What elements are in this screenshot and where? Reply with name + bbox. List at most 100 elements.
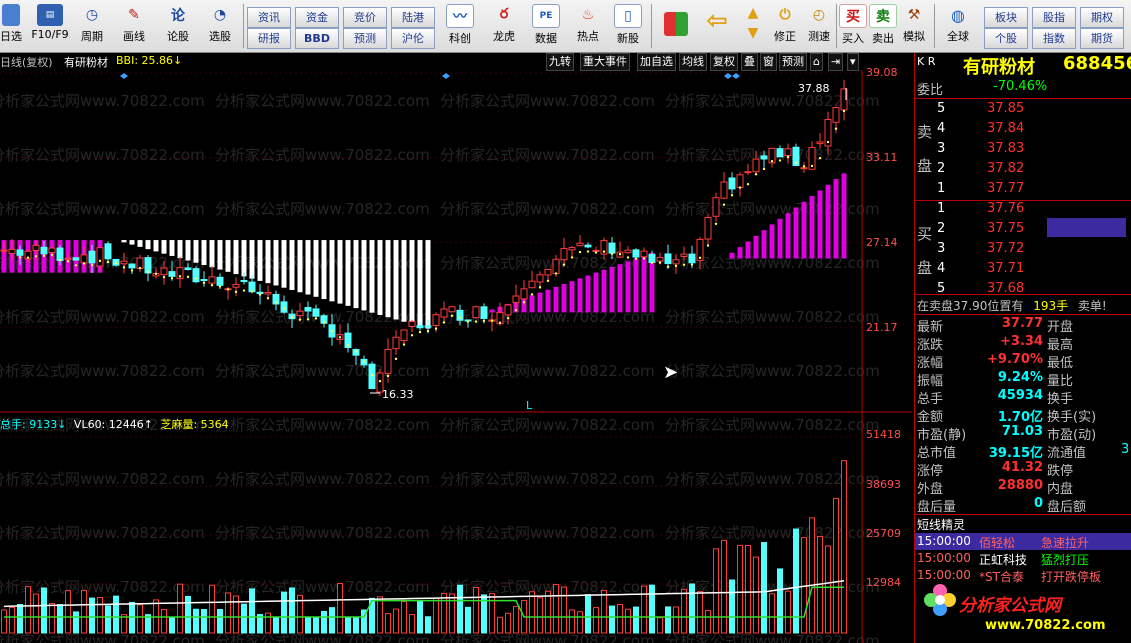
bbi-dot	[650, 261, 654, 264]
layout-button[interactable]	[656, 2, 696, 50]
ask-row[interactable]: 3 37.83	[917, 141, 1129, 159]
volume-bar	[673, 606, 679, 634]
toolbar-draw-line[interactable]: ✎ 画线	[116, 2, 152, 50]
period-label[interactable]: 日线(复权)	[0, 54, 53, 70]
tab-moving-average[interactable]: 均线	[679, 53, 707, 71]
dropdown-icon[interactable]: ▾	[847, 53, 859, 71]
volume-bar	[65, 590, 71, 634]
shanghai-london-button[interactable]: 沪伦	[391, 28, 435, 49]
tab-forecast[interactable]: 预测	[779, 53, 807, 71]
tab-adjust[interactable]: 复权	[710, 53, 738, 71]
indicator-bar	[609, 267, 615, 313]
toolbar-speed-test[interactable]: ◴ 测速	[802, 2, 836, 50]
toolbar-global[interactable]: ◍ 全球	[938, 2, 978, 50]
logo-text: 分析家公式网	[959, 596, 1061, 616]
bbi-dot	[162, 275, 166, 279]
ask-row[interactable]: 4 37.84	[917, 121, 1129, 139]
indicator-bar	[417, 240, 423, 327]
back-button[interactable]: ⇦	[700, 2, 734, 50]
bid-row[interactable]: 1 37.76	[917, 201, 1129, 219]
candle-body	[88, 250, 96, 264]
indicator-bar	[825, 184, 831, 259]
stock-index-futures-button[interactable]: 股指	[1032, 7, 1076, 28]
candle-body	[504, 304, 512, 316]
bbi-dot	[98, 259, 102, 263]
bbi-dot	[658, 261, 662, 264]
toolbar-star-market[interactable]: 〰 科创	[440, 2, 480, 50]
ask-row[interactable]: 5 37.85	[917, 101, 1129, 119]
watermark-text: 分析家公式网www.70822.com	[215, 362, 430, 380]
candle-body	[704, 216, 712, 240]
bbi-dot	[322, 321, 326, 324]
logo-flower-icon	[923, 583, 957, 617]
candle-body	[256, 291, 264, 295]
forecast-button[interactable]: 预测	[343, 28, 387, 49]
bid-row[interactable]: 4 37.71	[917, 261, 1129, 279]
ask-row[interactable]: 1 37.77	[917, 181, 1129, 199]
bbi-dot	[682, 263, 686, 266]
tab-add-watchlist[interactable]: 加自选	[637, 53, 676, 71]
sprite-row[interactable]: 15:00:00 佰轻松 急速拉升	[917, 534, 1129, 552]
toolbar-sell[interactable]: 卖 卖出	[868, 2, 898, 50]
tab-overlay[interactable]: 叠	[741, 53, 758, 71]
indicator-bar	[329, 240, 335, 302]
tab-major-events[interactable]: 重大事件	[580, 53, 630, 71]
indicator-bar	[489, 309, 495, 313]
page-up-button[interactable]: ▲ ▼	[740, 2, 766, 50]
watermark-text: 分析家公式网www.70822.com	[0, 308, 205, 326]
expand-icon[interactable]: ⇥	[828, 53, 844, 71]
bbi-dot	[762, 167, 766, 171]
toolbar-period[interactable]: ◷ 周期	[74, 2, 110, 50]
indicator-bar	[337, 240, 343, 304]
candle-body	[776, 148, 784, 158]
candle-body	[640, 250, 648, 258]
candle-body	[96, 247, 104, 267]
bbd-button[interactable]: BBD	[295, 28, 339, 49]
bbi-dot	[146, 270, 150, 274]
auction-button[interactable]: 竞价	[343, 7, 387, 28]
volume-bar	[689, 583, 695, 634]
tab-window[interactable]: 窗	[760, 53, 777, 71]
bbi-dot	[114, 261, 118, 265]
research-button[interactable]: 研报	[247, 28, 291, 49]
kline-chart[interactable]: 分析家公式网www.70822.com 分析家公式网www.70822.com 分析…	[0, 70, 912, 643]
toolbar-simulate[interactable]: ⚒ 模拟	[898, 2, 930, 50]
sector-button[interactable]: 板块	[984, 7, 1028, 28]
lock-icon[interactable]: ⌂	[810, 53, 823, 71]
toolbar-new-stocks[interactable]: ▯ 新股	[610, 2, 646, 50]
watermark-text: 分析家公式网www.70822.com	[215, 632, 430, 643]
sprite-row[interactable]: 15:00:00 正虹科技 猛烈打压	[917, 551, 1129, 569]
volume-bar	[537, 597, 543, 634]
toolbar-dragon-tiger[interactable]: ర 龙虎	[484, 2, 524, 50]
hk-connect-button[interactable]: 陆港	[391, 7, 435, 28]
toolbar-data[interactable]: PE 数据	[526, 2, 566, 50]
toolbar-discuss[interactable]: 论 论股	[160, 2, 196, 50]
futures-button[interactable]: 期货	[1080, 28, 1124, 49]
toolbar-stock-picker[interactable]: ◔ 选股	[200, 2, 240, 50]
indicator-bar	[209, 240, 215, 268]
options-button[interactable]: 期权	[1080, 7, 1124, 28]
bbi-dot	[362, 360, 366, 363]
volume-bar	[425, 616, 431, 634]
bbi-dot	[458, 316, 462, 319]
individual-stock-button[interactable]: 个股	[984, 28, 1028, 49]
tab-nine-turn[interactable]: 九转	[546, 53, 574, 71]
ask-row[interactable]: 2 37.82	[917, 161, 1129, 179]
bid-row[interactable]: 3 37.72	[917, 241, 1129, 259]
indicator-bar	[385, 240, 391, 318]
stat-row: 涨幅 +9.70% 最低	[917, 352, 1074, 371]
toolbar-buy[interactable]: 买 买入	[838, 2, 868, 50]
toolbar-f10[interactable]: ▤ F10/F9	[26, 2, 74, 50]
toolbar-hot-topics[interactable]: ♨ 热点	[568, 2, 608, 50]
news-button[interactable]: 资讯	[247, 7, 291, 28]
sprite-title[interactable]: 短线精灵	[917, 516, 965, 533]
toolbar-daily-select[interactable]: 日选	[0, 2, 22, 50]
volume-bar	[137, 604, 143, 634]
indicator-bar	[73, 240, 79, 273]
toolbar-correct[interactable]: ⏻ 修正	[768, 2, 802, 50]
index-button[interactable]: 指数	[1032, 28, 1076, 49]
watermark-text: 分析家公式网www.70822.com	[0, 92, 205, 110]
indicator-bar	[353, 240, 359, 309]
candle-body	[232, 283, 240, 288]
funds-button[interactable]: 资金	[295, 7, 339, 28]
